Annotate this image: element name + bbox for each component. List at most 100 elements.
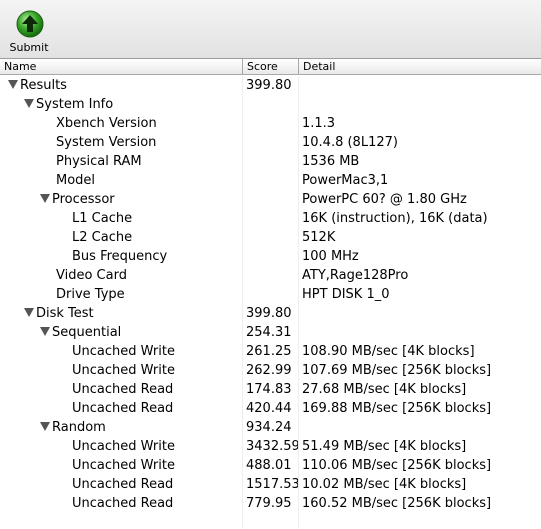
row-name-cell: Uncached Read [72, 475, 242, 494]
row-detail: ATY,Rage128Pro [302, 268, 409, 283]
outline-row[interactable]: Disk Test 399.80 [0, 304, 541, 323]
outline-row[interactable]: Drive Type HPT DISK 1_0 [0, 285, 541, 304]
row-score: 399.80 [246, 78, 292, 93]
row-detail: 110.06 MB/sec [256K blocks] [302, 458, 492, 473]
row-score: 254.31 [246, 325, 292, 340]
row-name: Video Card [56, 268, 127, 283]
row-score [246, 95, 298, 114]
outline-row[interactable]: Uncached Write 488.01 110.06 MB/sec [256K … [0, 456, 541, 475]
row-detail: 16K (instruction), 16K (data) [302, 211, 488, 226]
row-detail: 169.88 MB/sec [256K blocks] [302, 401, 492, 416]
outline-row[interactable]: Uncached Read 1517.53 10.02 MB/sec [4K blo… [0, 475, 541, 494]
outline-row[interactable]: Uncached Write 261.25 108.90 MB/sec [4K bl… [0, 342, 541, 361]
row-detail: PowerPC 60? @ 1.80 GHz [302, 192, 467, 207]
disclosure-triangle-icon[interactable] [40, 327, 50, 336]
toolbar: Submit [0, 0, 541, 59]
row-score [246, 228, 298, 247]
row-detail: 27.68 MB/sec [4K blocks] [302, 382, 467, 397]
row-score: 488.01 [246, 458, 292, 473]
row-score [246, 152, 298, 171]
row-score: 262.99 [246, 363, 292, 378]
column-header: Name Score Detail [0, 59, 541, 75]
row-detail: 10.4.8 (8L127) [302, 135, 398, 150]
outline-row[interactable]: Xbench Version 1.1.3 [0, 114, 541, 133]
row-name: Disk Test [36, 306, 94, 321]
row-detail: 1536 MB [302, 154, 360, 169]
column-header-detail[interactable]: Detail [299, 59, 541, 74]
row-score [246, 209, 298, 228]
outline-row[interactable]: Model PowerMac3,1 [0, 171, 541, 190]
outline-row[interactable]: Physical RAM 1536 MB [0, 152, 541, 171]
arrow-up-icon [16, 10, 44, 38]
row-score [246, 133, 298, 152]
row-score: 3432.59 [246, 439, 298, 454]
row-detail: 160.52 MB/sec [256K blocks] [302, 496, 492, 511]
row-score [246, 247, 298, 266]
outline-row[interactable]: Processor PowerPC 60? @ 1.80 GHz [0, 190, 541, 209]
disclosure-triangle-icon[interactable] [24, 99, 34, 108]
row-detail: 51.49 MB/sec [4K blocks] [302, 439, 467, 454]
outline-row[interactable]: Uncached Write 262.99 107.69 MB/sec [256K … [0, 361, 541, 380]
row-name: Uncached Write [72, 363, 175, 378]
row-detail [302, 304, 541, 323]
row-name-cell: Uncached Read [72, 380, 242, 399]
row-name-cell: System Version [56, 133, 242, 152]
outline-row[interactable]: Results 399.80 [0, 76, 541, 95]
row-name: Uncached Read [72, 382, 174, 397]
row-name: System Info [36, 97, 114, 112]
row-name: Bus Frequency [72, 249, 168, 264]
outline-row[interactable]: Uncached Read 420.44 169.88 MB/sec [256K b… [0, 399, 541, 418]
row-name-cell: Processor [40, 190, 242, 209]
outline-row[interactable]: Uncached Write 3432.59 51.49 MB/sec [4K bl… [0, 437, 541, 456]
row-score: 399.80 [246, 306, 292, 321]
row-name-cell: Uncached Write [72, 456, 242, 475]
row-detail [302, 418, 541, 437]
row-name-cell: Uncached Read [72, 399, 242, 418]
outline-row[interactable]: Sequential 254.31 [0, 323, 541, 342]
disclosure-triangle-icon[interactable] [40, 422, 50, 431]
row-name-cell: Drive Type [56, 285, 242, 304]
row-score [246, 266, 298, 285]
row-detail: 10.02 MB/sec [4K blocks] [302, 477, 467, 492]
disclosure-triangle-icon[interactable] [40, 194, 50, 203]
outline-row[interactable]: System Info [0, 95, 541, 114]
row-detail: 1.1.3 [302, 116, 336, 131]
row-score [246, 171, 298, 190]
row-detail [302, 95, 541, 114]
disclosure-triangle-icon[interactable] [8, 80, 18, 89]
row-name-cell: Results [8, 76, 242, 95]
row-detail [302, 76, 541, 95]
row-name-cell: Video Card [56, 266, 242, 285]
column-header-name[interactable]: Name [0, 59, 242, 74]
row-detail [302, 323, 541, 342]
row-name-cell: Bus Frequency [72, 247, 242, 266]
row-name-cell: Disk Test [24, 304, 242, 323]
row-name-cell: L2 Cache [72, 228, 242, 247]
outline-row[interactable]: Video Card ATY,Rage128Pro [0, 266, 541, 285]
row-name: Uncached Read [72, 401, 174, 416]
outline-row[interactable]: Uncached Read 779.95 160.52 MB/sec [256K b… [0, 494, 541, 513]
disclosure-triangle-icon[interactable] [24, 308, 34, 317]
row-detail: 108.90 MB/sec [4K blocks] [302, 344, 475, 359]
column-header-score[interactable]: Score [243, 59, 298, 74]
row-name: Xbench Version [56, 116, 157, 131]
row-name-cell: Xbench Version [56, 114, 242, 133]
row-score: 174.83 [246, 382, 292, 397]
outline-row[interactable]: System Version 10.4.8 (8L127) [0, 133, 541, 152]
row-score: 779.95 [246, 496, 292, 511]
row-detail: 107.69 MB/sec [256K blocks] [302, 363, 492, 378]
row-name-cell: Random [40, 418, 242, 437]
row-name-cell: L1 Cache [72, 209, 242, 228]
row-name: Uncached Read [72, 477, 174, 492]
outline-row[interactable]: Uncached Read 174.83 27.68 MB/sec [4K bloc… [0, 380, 541, 399]
outline-row[interactable]: L2 Cache 512K [0, 228, 541, 247]
outline-row[interactable]: Bus Frequency 100 MHz [0, 247, 541, 266]
outline-row[interactable]: Random 934.24 [0, 418, 541, 437]
row-name: Random [52, 420, 106, 435]
outline-row[interactable]: L1 Cache 16K (instruction), 16K (data) [0, 209, 541, 228]
submit-button[interactable]: Submit [6, 6, 52, 56]
row-score [246, 285, 298, 304]
row-score: 261.25 [246, 344, 292, 359]
row-name-cell: Model [56, 171, 242, 190]
submit-label: Submit [9, 41, 49, 54]
